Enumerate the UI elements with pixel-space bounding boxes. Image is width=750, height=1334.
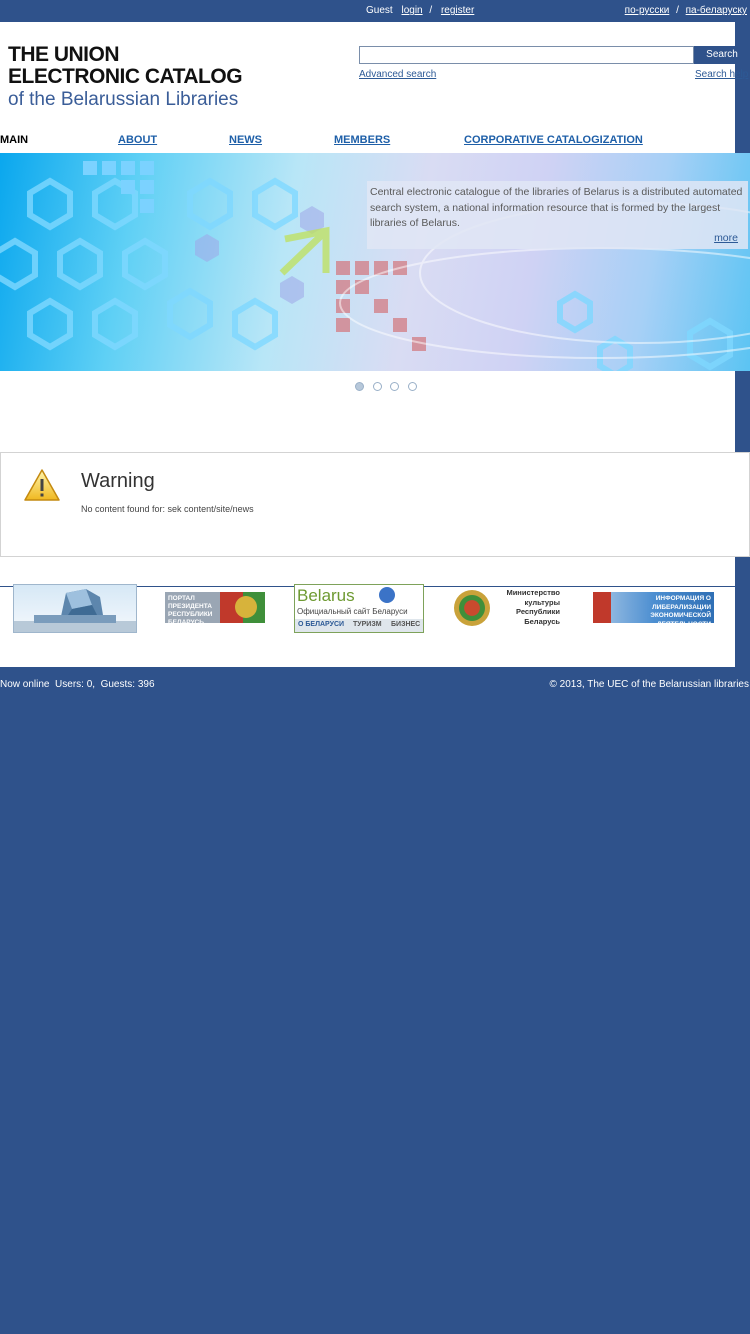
online-stats: Now online Users: 0, Guests: 396 — [0, 679, 155, 690]
nav-item-main[interactable]: MAIN — [0, 134, 28, 146]
partner-belarus-by[interactable]: Belarus Официальный сайт Беларуси О БЕЛА… — [294, 584, 424, 633]
belarus-by-link-about: О БЕЛАРУСИ — [298, 621, 345, 628]
warning-message: No content found for: sek content/site/n… — [81, 504, 254, 514]
belarus-by-subtitle: Официальный сайт Беларуси — [297, 607, 408, 616]
user-links: Guest login / register — [366, 5, 474, 16]
nav-item-members[interactable]: MEMBERS — [334, 134, 390, 146]
slider-dot-4[interactable] — [408, 382, 417, 391]
separator: / — [676, 5, 679, 16]
copyright: © 2013, The UEC of the Belarussian libra… — [549, 679, 749, 690]
top-bar: Guest login / register по-русски / па-бе… — [0, 0, 750, 22]
warning-title: Warning — [81, 470, 155, 492]
belarus-by-link-business: БИЗНЕС — [391, 621, 421, 628]
guest-label: Guest — [366, 5, 393, 16]
nav-item-news[interactable]: NEWS — [229, 134, 262, 146]
state-emblem-icon — [454, 590, 490, 626]
site-logo[interactable]: THE UNION ELECTRONIC CATALOG of the Bela… — [8, 43, 243, 112]
nav-item-about[interactable]: ABOUT — [118, 134, 157, 146]
lang-russian-link[interactable]: по-русски — [625, 5, 670, 16]
partner-national-library[interactable] — [13, 584, 137, 633]
slider-dot-2[interactable] — [373, 382, 382, 391]
national-library-building-icon — [14, 589, 136, 632]
logo-line-1: THE UNION — [8, 43, 120, 66]
warning-box: Warning No content found for: sek conten… — [0, 452, 750, 557]
partner-ministry-of-culture[interactable]: Министерство культуры Республики Беларус… — [454, 588, 560, 628]
search-input[interactable] — [359, 46, 694, 64]
login-link[interactable]: login — [401, 5, 422, 16]
liberalization-flag-stripe — [593, 592, 611, 623]
warning-icon — [23, 468, 61, 507]
president-portal-text: ПОРТАЛ ПРЕЗИДЕНТА РЕСПУБЛИКИ БЕЛАРУСЬ — [168, 595, 213, 623]
separator: / — [429, 5, 433, 16]
search-button[interactable]: Search — [694, 46, 750, 64]
advanced-search-link[interactable]: Advanced search — [359, 69, 436, 80]
banner-text: Central electronic catalogue of the libr… — [370, 186, 743, 229]
nav-item-corporative-catalogization[interactable]: CORPORATIVE CATALOGIZATION — [464, 134, 643, 146]
slider-dot-3[interactable] — [390, 382, 399, 391]
liberalization-text: ИНФОРМАЦИЯ О ЛИБЕРАЛИЗАЦИИ ЭКОНОМИЧЕСКОЙ… — [650, 595, 711, 623]
cornflower-icon — [379, 587, 395, 603]
banner-caption: Central electronic catalogue of the libr… — [367, 181, 748, 249]
lang-belarusian-link[interactable]: па-беларуску — [686, 5, 747, 16]
banner-slider: Central electronic catalogue of the libr… — [0, 153, 750, 371]
search-help-link[interactable]: Search help — [695, 69, 748, 80]
partner-president-portal[interactable]: ПОРТАЛ ПРЕЗИДЕНТА РЕСПУБЛИКИ БЕЛАРУСЬ — [165, 592, 265, 623]
language-switcher: по-русски / па-беларуску — [625, 5, 747, 16]
belarus-by-links: О БЕЛАРУСИ ТУРИЗМ БИЗНЕС — [295, 619, 423, 632]
emblem-icon — [235, 596, 257, 618]
register-link[interactable]: register — [441, 5, 474, 16]
belarus-by-link-tourism: ТУРИЗМ — [353, 621, 382, 628]
belarus-by-title: Belarus — [297, 586, 355, 605]
partner-liberalization-info[interactable]: ИНФОРМАЦИЯ О ЛИБЕРАЛИЗАЦИИ ЭКОНОМИЧЕСКОЙ… — [593, 592, 714, 623]
ministry-text: Министерство культуры Республики Беларус… — [506, 588, 560, 626]
logo-line-2: ELECTRONIC CATALOG — [8, 65, 243, 88]
logo-line-3: of the Belarussian Libraries — [8, 89, 239, 110]
slider-dot-1[interactable] — [355, 382, 364, 391]
banner-more-link[interactable]: more — [714, 232, 738, 244]
